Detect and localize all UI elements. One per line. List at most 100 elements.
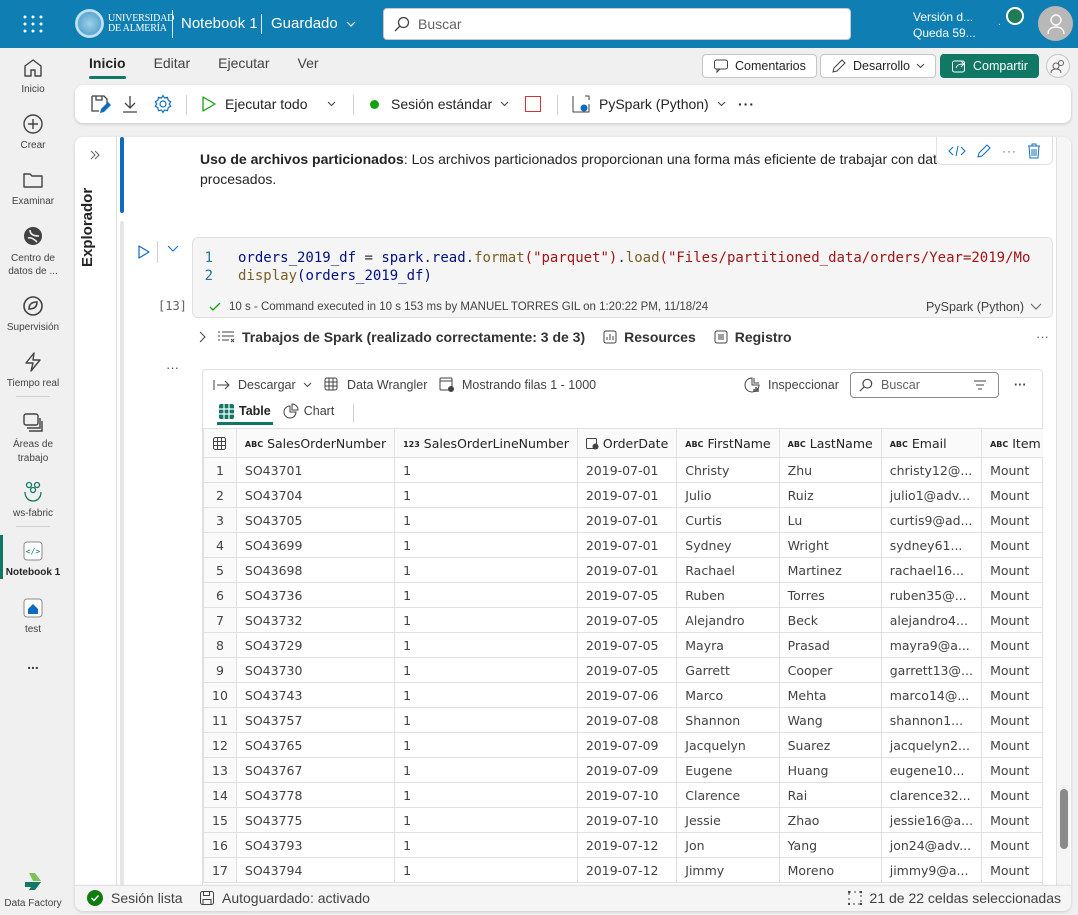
- row-index-cell[interactable]: 8: [203, 632, 237, 658]
- table-row[interactable]: 7 SO43732 1 2019-07-05 Alejandro Beck alejandr…: [203, 607, 1043, 633]
- rail-item-examinar[interactable]: Examinar: [0, 168, 66, 207]
- table-cell[interactable]: Wright: [778, 532, 882, 558]
- organization-logo[interactable]: UNIVERSIDAD DE ALMERÍA: [75, 9, 174, 38]
- run-cell-button[interactable]: [137, 244, 151, 260]
- trial-version-info[interactable]: Versión d... Queda 59...: [913, 9, 976, 41]
- output-more-button[interactable]: ···: [166, 360, 179, 375]
- table-cell[interactable]: Mayra: [676, 632, 780, 658]
- rail-footer-data-factory[interactable]: Data Factory: [0, 870, 66, 909]
- table-cell[interactable]: 1: [394, 707, 578, 733]
- global-search-input[interactable]: Buscar: [383, 8, 851, 40]
- expand-spark-jobs-icon[interactable]: [199, 331, 207, 343]
- table-cell[interactable]: SO43765: [235, 732, 396, 758]
- table-cell[interactable]: Marco: [676, 682, 780, 708]
- log-button[interactable]: Registro: [714, 329, 792, 345]
- output-more-options-button[interactable]: ···: [1014, 370, 1027, 400]
- table-cell[interactable]: 2019-07-12: [576, 857, 678, 883]
- table-cell[interactable]: 2019-07-09: [576, 732, 678, 758]
- table-cell[interactable]: jacquelyn2...: [880, 732, 983, 758]
- table-cell[interactable]: 1: [394, 682, 578, 708]
- rail-item-test[interactable]: test: [0, 596, 66, 635]
- table-cell[interactable]: 2019-07-01: [576, 457, 678, 483]
- notifications-status-icon[interactable]: [1006, 7, 1024, 25]
- session-dropdown[interactable]: Sesión estándar: [370, 85, 509, 123]
- run-all-button[interactable]: Ejecutar todo: [201, 85, 308, 123]
- table-cell[interactable]: shannon1...: [880, 707, 983, 733]
- table-cell[interactable]: mayra9@a...: [880, 632, 983, 658]
- table-cell[interactable]: 1: [394, 557, 578, 583]
- save-state-dropdown[interactable]: Guardado: [271, 15, 356, 32]
- table-cell[interactable]: Zhao: [778, 807, 882, 833]
- row-index-cell[interactable]: 1: [203, 457, 237, 483]
- table-cell[interactable]: 1: [394, 607, 578, 633]
- row-index-cell[interactable]: 2: [203, 482, 237, 508]
- delete-icon[interactable]: [1027, 143, 1041, 159]
- edit-pencil-icon[interactable]: [976, 143, 992, 159]
- rail-item-supervision[interactable]: Supervisión: [0, 294, 66, 333]
- table-row[interactable]: 6 SO43736 1 2019-07-05 Ruben Torres ruben35@..…: [203, 582, 1043, 608]
- table-row[interactable]: 10 SO43743 1 2019-07-06 Marco Mehta marco14@..…: [203, 682, 1043, 708]
- table-cell[interactable]: jon24@adv...: [880, 832, 983, 858]
- table-cell[interactable]: 1: [394, 657, 578, 683]
- settings-button[interactable]: [153, 85, 173, 123]
- table-cell[interactable]: marco14@...: [880, 682, 983, 708]
- table-cell[interactable]: Wang: [778, 707, 882, 733]
- table-cell[interactable]: Torres: [778, 582, 882, 608]
- table-row[interactable]: 17 SO43794 1 2019-07-12 Jimmy Moreno jimmy9@a.…: [203, 857, 1043, 883]
- column-header-salesorderlinenumber[interactable]: 123 SalesOrderLineNumber: [394, 428, 578, 458]
- table-cell[interactable]: Beck: [778, 607, 882, 633]
- table-cell[interactable]: SO43757: [235, 707, 396, 733]
- table-cell[interactable]: Yang: [778, 832, 882, 858]
- table-cell[interactable]: 1: [394, 532, 578, 558]
- table-cell[interactable]: 2019-07-01: [576, 557, 678, 583]
- table-cell[interactable]: Ruiz: [778, 482, 882, 508]
- table-cell[interactable]: Sydney: [676, 532, 780, 558]
- data-wrangler-button[interactable]: Data Wrangler: [324, 370, 427, 400]
- table-cell[interactable]: Mount: [981, 832, 1043, 858]
- table-cell[interactable]: Mount: [981, 682, 1043, 708]
- download-dropdown[interactable]: Descargar: [213, 370, 312, 400]
- table-cell[interactable]: Moreno: [778, 857, 882, 883]
- rail-item-notebook-1[interactable]: </> Notebook 1: [0, 539, 66, 578]
- table-row[interactable]: 13 SO43767 1 2019-07-09 Eugene Huang eugene10.…: [203, 757, 1043, 783]
- download-button[interactable]: [121, 85, 139, 123]
- table-row[interactable]: 15 SO43775 1 2019-07-10 Jessie Zhao jessie16@a…: [203, 807, 1043, 833]
- table-cell[interactable]: Mount: [981, 482, 1043, 508]
- table-row[interactable]: 5 SO43698 1 2019-07-01 Rachael Martinez rachae…: [203, 557, 1043, 583]
- tab-ejecutar[interactable]: Ejecutar: [218, 55, 269, 79]
- table-cell[interactable]: Shannon: [676, 707, 780, 733]
- tab-editar[interactable]: Editar: [154, 55, 191, 79]
- table-cell[interactable]: Mount: [981, 707, 1043, 733]
- tab-ver[interactable]: Ver: [298, 55, 319, 79]
- table-cell[interactable]: Martinez: [778, 557, 882, 583]
- comments-button[interactable]: Comentarios: [702, 54, 817, 78]
- collaborators-button[interactable]: [1046, 54, 1070, 78]
- table-cell[interactable]: 2019-07-10: [576, 782, 678, 808]
- table-cell[interactable]: Mehta: [778, 682, 882, 708]
- table-cell[interactable]: curtis9@ad...: [880, 507, 983, 533]
- table-cell[interactable]: SO43699: [235, 532, 396, 558]
- resources-button[interactable]: Resources: [603, 329, 696, 345]
- table-cell[interactable]: SO43736: [235, 582, 396, 608]
- table-cell[interactable]: Zhu: [778, 457, 882, 483]
- table-cell[interactable]: SO43732: [235, 607, 396, 633]
- output-search-input[interactable]: Buscar: [850, 372, 999, 398]
- table-cell[interactable]: 1: [394, 482, 578, 508]
- table-cell[interactable]: Mount: [981, 857, 1043, 883]
- table-cell[interactable]: SO43778: [235, 782, 396, 808]
- table-row[interactable]: 3 SO43705 1 2019-07-01 Curtis Lu curtis9@ad...…: [203, 507, 1043, 533]
- table-cell[interactable]: 1: [394, 807, 578, 833]
- markdown-cell[interactable]: Uso de archivos particionados: Los archi…: [200, 149, 990, 189]
- canvas-scrollbar[interactable]: [1056, 137, 1070, 885]
- scrollbar-thumb[interactable]: [1060, 789, 1068, 849]
- table-cell[interactable]: 1: [394, 732, 578, 758]
- row-index-cell[interactable]: 7: [203, 607, 237, 633]
- run-all-options-button[interactable]: [327, 85, 336, 123]
- expand-explorer-button[interactable]: [89, 149, 101, 161]
- mode-dropdown[interactable]: Desarrollo: [820, 54, 936, 78]
- row-index-cell[interactable]: 12: [203, 732, 237, 758]
- autosave-status[interactable]: Autoguardado: activado: [200, 890, 370, 906]
- stop-session-button[interactable]: [525, 85, 541, 123]
- app-launcher-icon[interactable]: [22, 14, 44, 34]
- table-cell[interactable]: Mount: [981, 757, 1043, 783]
